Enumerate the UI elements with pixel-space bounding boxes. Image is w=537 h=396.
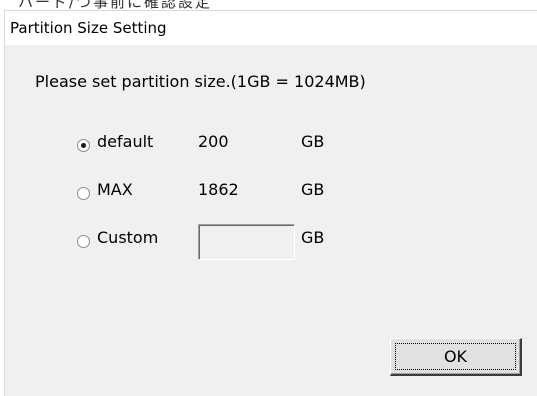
instruction-text: Please set partition size.(1GB = 1024MB) bbox=[35, 72, 366, 91]
residue-text: ハード/つ事前に確認設定 bbox=[18, 0, 213, 10]
radio-max[interactable] bbox=[77, 187, 90, 200]
max-size-unit: GB bbox=[301, 180, 325, 199]
max-size-value: 1862 bbox=[198, 180, 239, 199]
option-label-default: default bbox=[97, 132, 154, 151]
option-label-max: MAX bbox=[97, 180, 133, 199]
dialog-title: Partition Size Setting bbox=[10, 19, 167, 37]
radio-default[interactable] bbox=[77, 139, 90, 152]
partition-dialog: Partition Size Setting Please set partit… bbox=[4, 10, 537, 396]
ok-button-label: OK bbox=[395, 343, 516, 370]
default-size-unit: GB bbox=[301, 132, 325, 151]
title-bar: Partition Size Setting bbox=[5, 11, 537, 45]
background-residue: ハード/つ事前に確認設定 bbox=[0, 0, 537, 10]
default-size-value: 200 bbox=[198, 132, 229, 151]
custom-size-unit: GB bbox=[301, 228, 325, 247]
ok-button[interactable]: OK bbox=[390, 338, 522, 376]
option-label-custom: Custom bbox=[97, 228, 159, 247]
radio-custom[interactable] bbox=[77, 235, 90, 248]
custom-size-input[interactable] bbox=[198, 224, 295, 260]
